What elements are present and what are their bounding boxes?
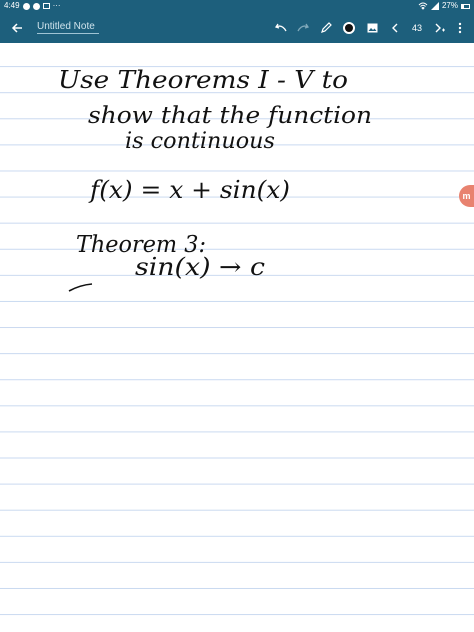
redo-button[interactable]	[294, 12, 312, 43]
note-toolbar: Untitled Note 43	[0, 12, 474, 43]
more-vertical-icon	[458, 22, 462, 33]
color-swatch	[343, 21, 355, 34]
pen-icon	[321, 21, 332, 33]
wifi-icon	[418, 2, 428, 10]
image-icon	[367, 23, 377, 32]
page-number: 43	[411, 22, 422, 33]
next-page-button[interactable]	[433, 12, 447, 43]
m-logo-icon: m	[462, 191, 471, 201]
battery-percentage: 27%	[441, 1, 458, 10]
handwritten-line: is continuous	[125, 129, 275, 154]
more-options-button[interactable]	[452, 12, 468, 43]
handwritten-line: Use Theorems I - V to	[58, 66, 348, 94]
back-button[interactable]	[6, 12, 28, 43]
signal-icon	[430, 2, 439, 10]
notification-icon	[32, 2, 40, 10]
note-canvas[interactable]: Use Theorems I - V to show that the func…	[0, 43, 474, 632]
battery-icon	[461, 3, 470, 9]
chevron-right-icon	[435, 23, 445, 32]
chevron-left-icon	[392, 23, 398, 32]
pen-tool-button[interactable]	[317, 12, 335, 43]
clock: 4:49	[4, 1, 20, 10]
notification-icon	[22, 2, 30, 10]
pen-stroke	[68, 283, 93, 292]
insert-image-button[interactable]	[364, 12, 380, 43]
handwritten-equation: f(x) = x + sin(x)	[88, 176, 290, 204]
handwritten-line: show that the function	[88, 103, 372, 129]
handwritten-equation: sin(x) → c	[135, 253, 265, 281]
previous-page-button[interactable]	[388, 12, 402, 43]
image-notification-icon	[42, 3, 50, 9]
undo-button[interactable]	[272, 12, 290, 43]
pen-color-button[interactable]	[340, 12, 358, 43]
floating-tool-button[interactable]: m	[459, 185, 474, 207]
arrow-left-icon	[11, 22, 22, 33]
status-bar: 4:49 ··· 27%	[0, 0, 474, 12]
undo-icon	[275, 23, 287, 31]
redo-icon	[297, 23, 309, 31]
note-title[interactable]: Untitled Note	[37, 20, 99, 34]
more-notifications-icon: ···	[52, 1, 61, 10]
handwriting-layer: Use Theorems I - V to show that the func…	[58, 66, 372, 292]
